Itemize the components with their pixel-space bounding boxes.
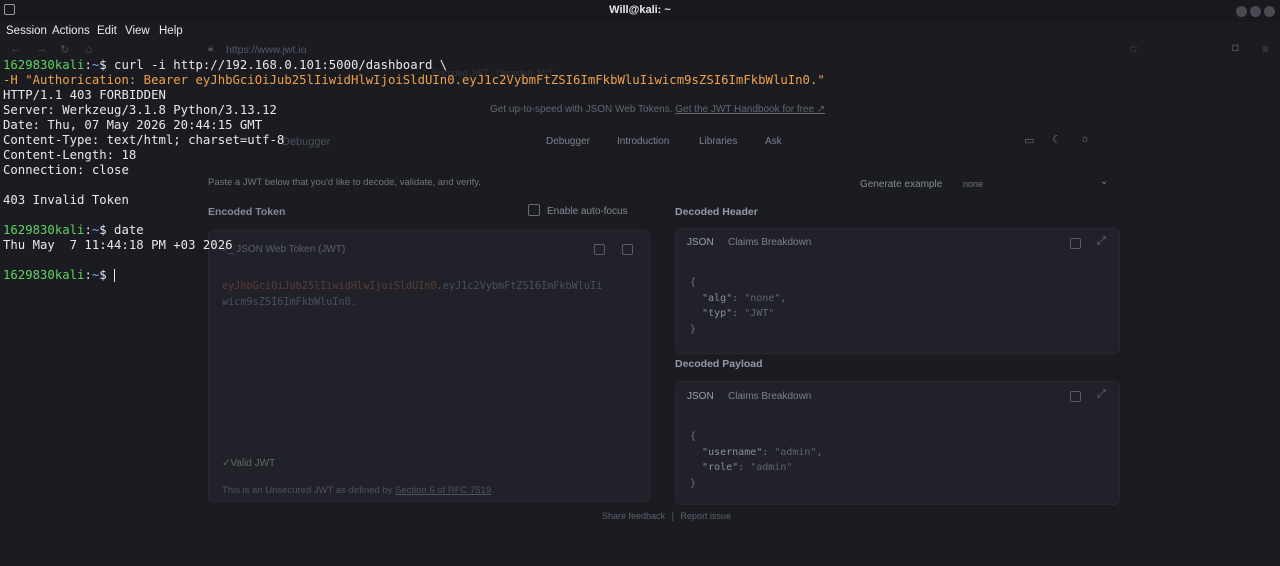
header-val-typ: "JWT" bbox=[744, 308, 775, 319]
terminal-output[interactable]: 1629830kali:~$ curl -i http://192.168.0.… bbox=[3, 58, 825, 283]
prompt-user: 1629830kali bbox=[3, 58, 85, 72]
menu-help[interactable]: Help bbox=[159, 25, 183, 37]
header-key-alg: "alg" bbox=[702, 292, 733, 304]
payload-val-username: "admin" bbox=[774, 446, 817, 458]
rfc-link[interactable]: Section 6 of RFC 7519 bbox=[395, 485, 491, 496]
expand-header-icon[interactable]: ⤢ bbox=[1097, 235, 1106, 248]
response-connection: Connection: close bbox=[3, 163, 129, 177]
prompt-sep: : bbox=[84, 223, 92, 237]
prompt-line-3: 1629830kali:~$ bbox=[3, 268, 116, 282]
browser-lock-icon: 🔒︎ bbox=[208, 43, 214, 54]
payload-tab-claims[interactable]: Claims Breakdown bbox=[728, 391, 811, 402]
maximize-button[interactable] bbox=[1250, 6, 1261, 17]
menu-bar: Session Actions Edit View Help bbox=[0, 22, 1280, 42]
header-val-alg: "none" bbox=[744, 292, 781, 304]
prompt-line-1: 1629830kali:~$ curl -i http://192.168.0.… bbox=[3, 58, 447, 72]
header-key-typ: "typ" bbox=[702, 308, 733, 319]
jwt-input[interactable]: eyJhbGciOiJub25lIiwidHlwIjoiSldUIn0.eyJ1… bbox=[222, 279, 602, 311]
generate-example-label: Generate example bbox=[860, 179, 943, 190]
date-command: date bbox=[106, 223, 144, 237]
monitor-icon[interactable]: ▭ bbox=[1024, 134, 1034, 147]
header-json: { "alg": "none", "typ": "JWT" } bbox=[690, 277, 787, 335]
valid-jwt-badge: ✓Valid JWT bbox=[222, 458, 276, 469]
prompt-dollar: $ bbox=[99, 268, 107, 282]
jwt-payload-part-2: wicm9sZSI6ImFkbWluIn0. bbox=[222, 297, 357, 308]
prompt-dollar: $ bbox=[99, 223, 107, 237]
moon-icon[interactable]: ☾ bbox=[1052, 133, 1062, 146]
unsecured-note: This is an Unsecured JWT as defined by S… bbox=[222, 485, 494, 496]
prompt-sep: : bbox=[84, 268, 92, 282]
copy-payload-icon[interactable] bbox=[1070, 391, 1081, 402]
chevron-down-icon: ⌄ bbox=[1100, 176, 1109, 187]
prompt-dollar: $ bbox=[99, 58, 107, 72]
curl-command: curl -i http://192.168.0.101:5000/dashbo… bbox=[106, 58, 448, 72]
browser-back-icon: ← bbox=[10, 43, 21, 55]
curl-header-arg: -H "Authorication: Bearer eyJhbGciOiJub2… bbox=[3, 73, 825, 87]
sun-icon[interactable]: ☼ bbox=[1080, 133, 1090, 145]
date-output: Thu May 7 11:44:18 PM +03 2026 bbox=[3, 238, 233, 252]
copy-header-icon[interactable] bbox=[1070, 238, 1081, 249]
payload-json-open: { bbox=[690, 431, 697, 442]
browser-url[interactable]: https://www.jwt.io bbox=[226, 44, 307, 56]
footer-separator: | bbox=[671, 511, 674, 521]
response-status: HTTP/1.1 403 FORBIDDEN bbox=[3, 88, 166, 102]
unsecured-suffix: . bbox=[491, 485, 494, 496]
browser-home-icon: ⌂ bbox=[85, 42, 93, 56]
decoded-payload-title: Decoded Payload bbox=[675, 358, 763, 370]
minimize-button[interactable] bbox=[1236, 6, 1247, 17]
terminal-cursor bbox=[114, 269, 116, 282]
response-server: Server: Werkzeug/3.1.8 Python/3.13.12 bbox=[3, 103, 277, 117]
payload-json-close: } bbox=[690, 477, 697, 489]
browser-forward-icon: → bbox=[36, 43, 47, 55]
menu-session[interactable]: Session bbox=[6, 25, 47, 37]
payload-key-username: "username" bbox=[702, 446, 763, 458]
menu-edit[interactable]: Edit bbox=[97, 25, 117, 37]
response-content-length: Content-Length: 18 bbox=[3, 148, 137, 162]
page-footer: Share feedback | Report issue bbox=[602, 511, 731, 521]
header-json-close: } bbox=[690, 323, 697, 335]
share-feedback-link[interactable]: Share feedback bbox=[602, 511, 665, 521]
menu-actions[interactable]: Actions bbox=[52, 25, 90, 37]
menu-view[interactable]: View bbox=[125, 25, 150, 37]
bookmark-star-icon: ☆ bbox=[1128, 42, 1139, 56]
payload-key-role: "role" bbox=[702, 462, 739, 473]
report-issue-link[interactable]: Report issue bbox=[680, 511, 731, 521]
payload-json: { "username": "admin", "role": "admin" } bbox=[690, 431, 823, 489]
window-title: Will@kali: ~ bbox=[609, 4, 671, 16]
generate-example-value: none bbox=[963, 179, 984, 189]
prompt-user: 1629830kali bbox=[3, 223, 85, 237]
response-content-type: Content-Type: text/html; charset=utf-8 bbox=[3, 133, 285, 147]
unsecured-prefix: This is an Unsecured JWT as defined by bbox=[222, 485, 396, 496]
browser-reload-icon: ↻ bbox=[60, 44, 70, 56]
prompt-user: 1629830kali bbox=[3, 268, 85, 282]
payload-tab-json[interactable]: JSON bbox=[687, 391, 714, 402]
prompt-line-2: 1629830kali:~$ date bbox=[3, 223, 144, 237]
response-date: Date: Thu, 07 May 2026 20:44:15 GMT bbox=[3, 118, 263, 132]
payload-val-role: "admin" bbox=[750, 462, 793, 473]
response-body: 403 Invalid Token bbox=[3, 193, 129, 207]
close-button[interactable] bbox=[1264, 6, 1275, 17]
generate-example-select[interactable]: none ⌄ bbox=[950, 174, 1116, 194]
expand-payload-icon[interactable]: ⤢ bbox=[1097, 388, 1106, 401]
browser-menu-icon: ≡ bbox=[1262, 42, 1270, 56]
pocket-icon: ◘ bbox=[1232, 42, 1239, 54]
prompt-sep: : bbox=[84, 58, 92, 72]
